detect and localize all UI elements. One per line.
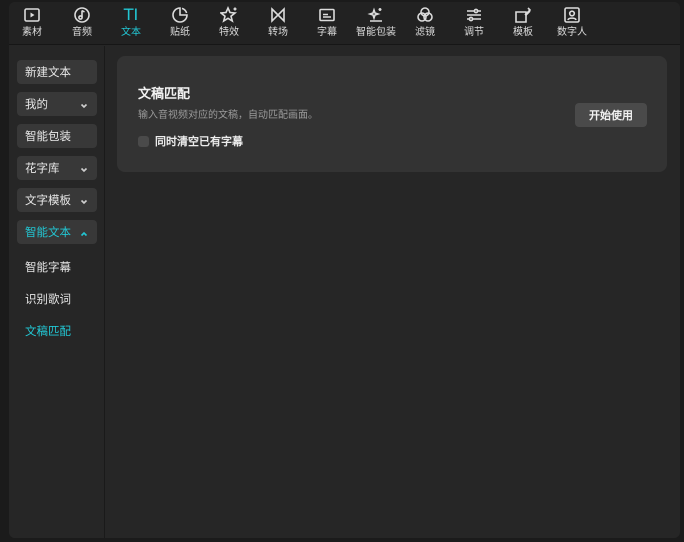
filter-icon [415, 5, 435, 25]
transition-icon [268, 5, 288, 25]
tab-text-label: 文本 [121, 27, 141, 38]
digital-human-icon [562, 5, 582, 25]
tab-adjust-label: 调节 [464, 27, 484, 38]
sidebar-item-label: 智能包装 [25, 129, 71, 143]
tab-template-label: 模板 [513, 27, 533, 38]
card-description: 输入音视频对应的文稿，自动匹配画面。 [138, 110, 318, 121]
tab-audio-label: 音频 [72, 27, 92, 38]
adjust-sliders-icon [464, 5, 484, 25]
app-window: 素材 音频 TI 文本 贴纸 特效 转场 字幕 智能包装 滤镜 调节 模板 数字… [9, 2, 680, 538]
subtitle-icon [317, 5, 337, 25]
tab-subtitle[interactable]: 字幕 [302, 5, 352, 43]
tab-text[interactable]: TI 文本 [106, 5, 156, 43]
music-note-icon [72, 5, 92, 25]
sidebar-item-label: 我的 [25, 97, 48, 111]
sparkle-star-icon [219, 5, 239, 25]
tab-template[interactable]: 模板 [498, 5, 548, 43]
sidebar-item-text-template[interactable]: 文字模板 [17, 188, 97, 212]
tab-subtitle-label: 字幕 [317, 27, 337, 38]
clear-subtitles-checkbox[interactable]: 同时清空已有字幕 [138, 133, 243, 149]
tab-transition[interactable]: 转场 [253, 5, 303, 43]
tab-effects[interactable]: 特效 [204, 5, 254, 43]
sidebar-item-flower-text[interactable]: 花字库 [17, 156, 97, 180]
sidebar: 新建文本 我的 智能包装 花字库 文字模板 智能文本 智能字幕 识别歌词 文稿匹… [9, 46, 105, 538]
tab-filter-label: 滤镜 [415, 27, 435, 38]
tab-digital-human-label: 数字人 [557, 27, 587, 38]
chevron-down-icon [80, 99, 88, 109]
text-icon: TI [121, 5, 141, 25]
chevron-up-icon [80, 227, 88, 237]
sidebar-item-smart-text[interactable]: 智能文本 [17, 220, 97, 244]
tab-media[interactable]: 素材 [9, 5, 57, 43]
chevron-down-icon [80, 163, 88, 173]
sidebar-item-smart-pack[interactable]: 智能包装 [17, 124, 97, 148]
tab-audio[interactable]: 音频 [57, 5, 107, 43]
tab-media-label: 素材 [22, 27, 42, 38]
start-button[interactable]: 开始使用 [575, 103, 647, 127]
card-title: 文稿匹配 [138, 87, 191, 102]
template-icon [513, 5, 533, 25]
sidebar-item-new-text[interactable]: 新建文本 [17, 60, 97, 84]
checkbox-label: 同时清空已有字幕 [155, 135, 243, 148]
tab-adjust[interactable]: 调节 [449, 5, 499, 43]
sidebar-item-label: 智能文本 [25, 225, 71, 239]
sidebar-item-mine[interactable]: 我的 [17, 92, 97, 116]
sidebar-subitem-smart-subtitle[interactable]: 智能字幕 [25, 259, 71, 275]
tab-effects-label: 特效 [219, 27, 239, 38]
sidebar-item-label: 新建文本 [25, 65, 71, 79]
tab-smart-pack-label: 智能包装 [356, 27, 396, 38]
text-icon-glyph: TI [123, 5, 139, 24]
sidebar-subitem-recognize-lyrics[interactable]: 识别歌词 [25, 291, 71, 307]
tab-transition-label: 转场 [268, 27, 288, 38]
sidebar-item-label: 文字模板 [25, 193, 71, 207]
chevron-down-icon [80, 195, 88, 205]
tab-sticker-label: 贴纸 [170, 27, 190, 38]
media-play-icon [22, 5, 42, 25]
smart-pack-icon [366, 5, 386, 25]
tab-filter[interactable]: 滤镜 [400, 5, 450, 43]
sidebar-item-label: 花字库 [25, 161, 60, 175]
tab-smart-pack[interactable]: 智能包装 [351, 5, 401, 43]
checkbox-box[interactable] [138, 135, 149, 147]
top-toolbar: 素材 音频 TI 文本 贴纸 特效 转场 字幕 智能包装 滤镜 调节 模板 数字… [9, 2, 680, 45]
sticker-icon [170, 5, 190, 25]
tab-sticker[interactable]: 贴纸 [155, 5, 205, 43]
sidebar-subitem-script-match[interactable]: 文稿匹配 [25, 323, 71, 339]
script-match-card: 文稿匹配 输入音视频对应的文稿，自动匹配画面。 同时清空已有字幕 开始使用 [117, 56, 667, 172]
tab-digital-human[interactable]: 数字人 [547, 5, 597, 43]
